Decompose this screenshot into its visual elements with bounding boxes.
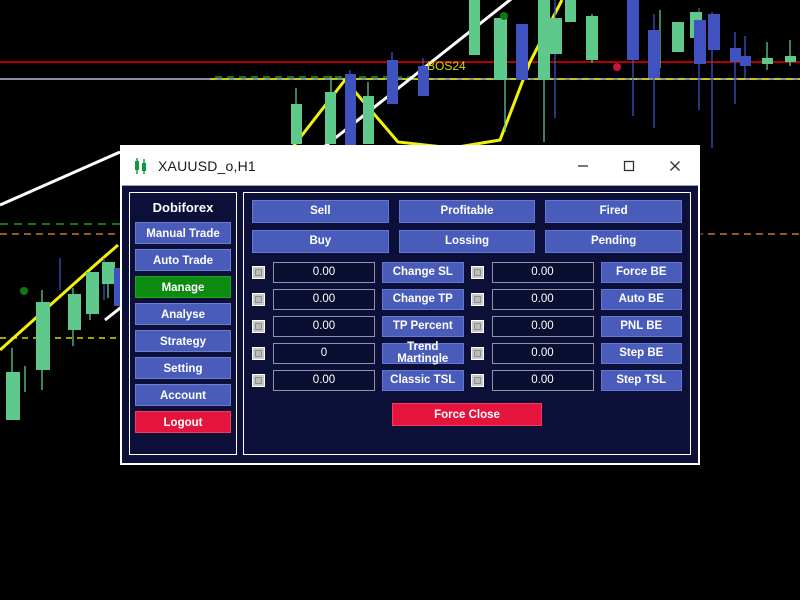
checkbox-change-sl[interactable]	[252, 266, 265, 279]
window-title: XAUUSD_o,H1	[158, 158, 256, 174]
table-row: 0.00 Change SL 0.00 Force BE	[252, 262, 682, 283]
minimize-icon[interactable]	[560, 147, 606, 185]
input-force-be[interactable]: 0.00	[491, 262, 594, 283]
classic-tsl-button[interactable]: Classic TSL	[382, 370, 464, 391]
close-icon[interactable]	[652, 147, 698, 185]
change-sl-button[interactable]: Change SL	[382, 262, 464, 283]
checkbox-step-be[interactable]	[470, 347, 484, 360]
dobiforex-panel-window: XAUUSD_o,H1 Dobiforex Manual Trade Auto …	[120, 145, 700, 465]
force-be-button[interactable]: Force BE	[600, 262, 682, 283]
checkbox-force-be[interactable]	[470, 266, 484, 279]
trend-martingle-button[interactable]: Trend Martingle	[382, 341, 464, 364]
sidebar-item-manage[interactable]: Manage	[135, 276, 231, 298]
checkbox-trend-martingle[interactable]	[252, 347, 265, 360]
table-row: 0 Trend Martingle 0.00 Step BE	[252, 341, 682, 364]
sidebar-item-strategy[interactable]: Strategy	[135, 330, 231, 352]
sidebar-item-setting[interactable]: Setting	[135, 357, 231, 379]
buy-button[interactable]: Buy	[252, 230, 389, 253]
tp-percent-button[interactable]: TP Percent	[382, 316, 464, 337]
pending-button[interactable]: Pending	[545, 230, 682, 253]
table-row: 0.00 TP Percent 0.00 PNL BE	[252, 316, 682, 337]
bos-label: BOS24	[427, 59, 466, 73]
input-trend-martingle[interactable]: 0	[273, 343, 375, 364]
input-step-tsl[interactable]: 0.00	[491, 370, 594, 391]
pnl-be-button[interactable]: PNL BE	[600, 316, 682, 337]
buy-signal-dot	[500, 12, 508, 20]
checkbox-change-tp[interactable]	[252, 293, 265, 306]
input-classic-tsl[interactable]: 0.00	[273, 370, 375, 391]
sidebar: Dobiforex Manual Trade Auto Trade Manage…	[129, 192, 237, 455]
table-row: 0.00 Change TP 0.00 Auto BE	[252, 289, 682, 310]
sell-signal-dot	[613, 63, 621, 71]
lossing-button[interactable]: Lossing	[398, 230, 536, 253]
top-action-grid: Sell Profitable Fired Buy Lossing Pendin…	[252, 200, 682, 253]
sidebar-item-logout[interactable]: Logout	[135, 411, 231, 433]
title-bar[interactable]: XAUUSD_o,H1	[122, 147, 698, 186]
input-step-be[interactable]: 0.00	[491, 343, 594, 364]
manage-panel: Sell Profitable Fired Buy Lossing Pendin…	[243, 192, 691, 455]
profitable-button[interactable]: Profitable	[398, 200, 536, 223]
force-close-row: Force Close	[252, 403, 682, 426]
checkbox-classic-tsl[interactable]	[252, 374, 265, 387]
checkbox-tp-percent[interactable]	[252, 320, 265, 333]
sidebar-item-auto-trade[interactable]: Auto Trade	[135, 249, 231, 271]
force-close-button[interactable]: Force Close	[392, 403, 542, 426]
candlestick-icon	[132, 157, 150, 175]
buy-signal-dot-left	[20, 287, 28, 295]
checkbox-auto-be[interactable]	[470, 293, 484, 306]
input-change-tp[interactable]: 0.00	[273, 289, 375, 310]
fired-button[interactable]: Fired	[545, 200, 682, 223]
sell-button[interactable]: Sell	[252, 200, 389, 223]
checkbox-pnl-be[interactable]	[470, 320, 484, 333]
input-auto-be[interactable]: 0.00	[491, 289, 594, 310]
input-tp-percent[interactable]: 0.00	[273, 316, 375, 337]
sidebar-item-manual-trade[interactable]: Manual Trade	[135, 222, 231, 244]
input-change-sl[interactable]: 0.00	[273, 262, 375, 283]
step-tsl-button[interactable]: Step TSL	[600, 370, 682, 391]
sidebar-item-account[interactable]: Account	[135, 384, 231, 406]
brand-label: Dobiforex	[152, 200, 214, 215]
sidebar-item-analyse[interactable]: Analyse	[135, 303, 231, 325]
maximize-icon[interactable]	[606, 147, 652, 185]
step-be-button[interactable]: Step BE	[600, 343, 682, 364]
table-row: 0.00 Classic TSL 0.00 Step TSL	[252, 370, 682, 391]
input-pnl-be[interactable]: 0.00	[491, 316, 594, 337]
checkbox-step-tsl[interactable]	[470, 374, 484, 387]
auto-be-button[interactable]: Auto BE	[600, 289, 682, 310]
dialog-body: Dobiforex Manual Trade Auto Trade Manage…	[122, 186, 698, 463]
change-tp-button[interactable]: Change TP	[382, 289, 464, 310]
